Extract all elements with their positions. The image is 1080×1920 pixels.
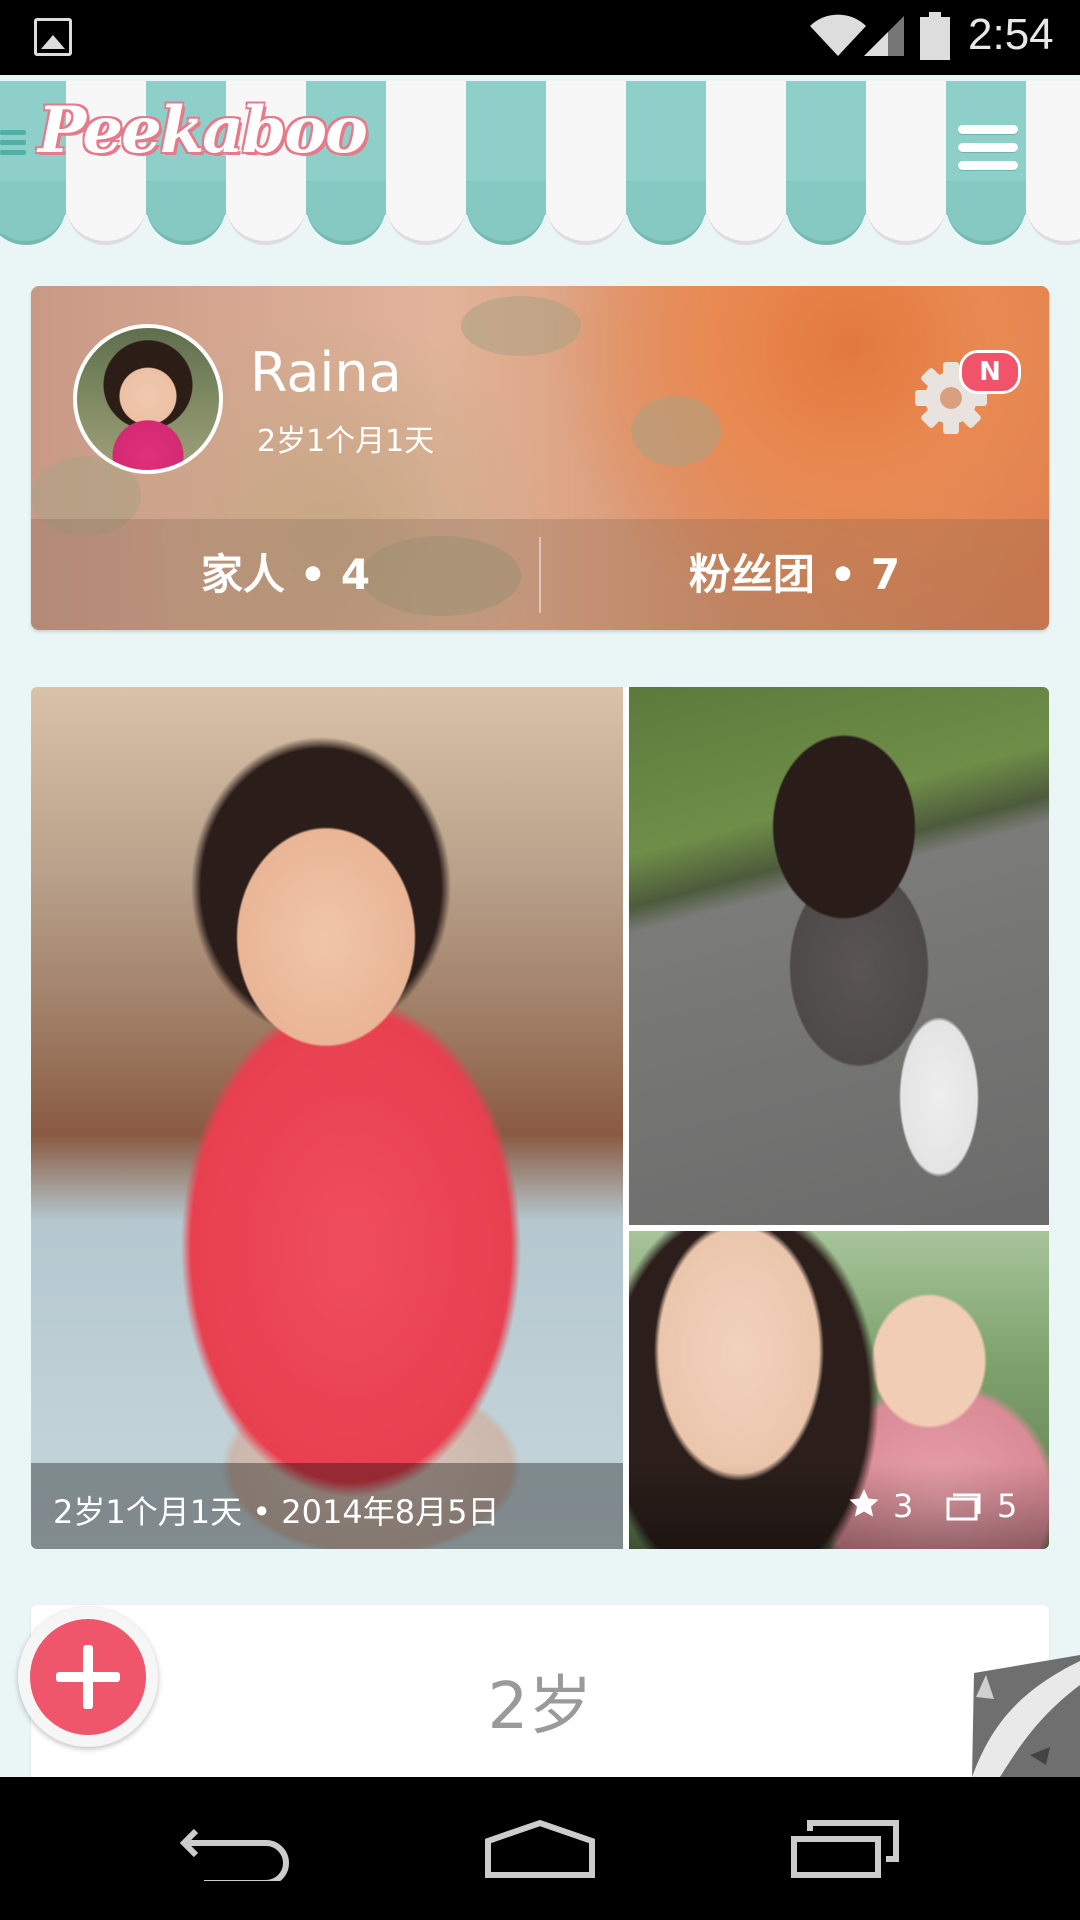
plus-icon (30, 1619, 146, 1735)
awning-scallop (66, 181, 146, 245)
star-count: 3 (893, 1487, 914, 1525)
family-count-button[interactable]: 家人 • 4 (31, 519, 540, 630)
app-screen: Peekaboo Raina 2岁1个月1天 N 家人 • 4 粉丝团 • 7 (0, 75, 1080, 1777)
photo-secondary[interactable] (629, 687, 1049, 1225)
awning-scallop (1026, 181, 1080, 245)
awning-scallop (226, 181, 306, 245)
awning-scallop (466, 181, 546, 245)
fans-count-button[interactable]: 粉丝团 • 7 (540, 519, 1049, 630)
hamburger-menu-icon[interactable] (958, 125, 1018, 181)
gallery-icon (34, 18, 72, 56)
awning-scallop (0, 181, 66, 245)
profile-stats-bar: 家人 • 4 粉丝团 • 7 (31, 519, 1049, 630)
awning-scallop (946, 181, 1026, 245)
background-blur (461, 296, 581, 356)
photo-moment-card[interactable]: 2岁1个月1天 • 2014年8月5日 3 5 (31, 687, 1049, 1549)
status-bar: 2:54 (0, 0, 1080, 75)
back-icon[interactable] (178, 1815, 298, 1881)
child-avatar[interactable] (73, 324, 223, 474)
photo-caption-bar: 2岁1个月1天 • 2014年8月5日 (31, 1463, 623, 1549)
home-icon[interactable] (480, 1815, 600, 1881)
star-icon[interactable] (847, 1487, 881, 1521)
child-age: 2岁1个月1天 (257, 424, 435, 459)
awning-scallop (866, 181, 946, 245)
wifi-icon (810, 14, 866, 56)
awning-scallop (786, 181, 866, 245)
navigation-bar (0, 1777, 1080, 1920)
age-section-label: 2岁 (487, 1670, 593, 1744)
signal-icon (864, 16, 904, 56)
photo-stack-icon (946, 1493, 981, 1521)
page-curl-icon[interactable] (940, 1655, 1080, 1777)
app-logo: Peekaboo (38, 93, 368, 168)
recent-apps-icon[interactable] (788, 1815, 908, 1881)
add-moment-button[interactable] (18, 1607, 158, 1747)
status-time: 2:54 (968, 10, 1054, 59)
child-profile-card[interactable]: Raina 2岁1个月1天 N 家人 • 4 粉丝团 • 7 (31, 286, 1049, 630)
background-blur (631, 396, 721, 466)
awning-scallop (306, 181, 386, 245)
new-notification-badge: N (959, 350, 1021, 394)
drawer-handle-icon[interactable] (0, 125, 26, 165)
photo-caption: 2岁1个月1天 • 2014年8月5日 (53, 1493, 500, 1531)
photo-main[interactable] (31, 687, 623, 1549)
awning-scallop (146, 181, 226, 245)
awning-scallop (626, 181, 706, 245)
awning-scallop (706, 181, 786, 245)
age-section-card[interactable]: 2岁 (31, 1605, 1049, 1777)
photo-meta-bar: 3 5 (629, 1463, 1049, 1549)
battery-icon (920, 12, 950, 60)
photo-count: 5 (997, 1487, 1018, 1525)
awning-scallop (546, 181, 626, 245)
child-name: Raina (250, 341, 402, 404)
header-awning: Peekaboo (0, 75, 1080, 245)
awning-scallop (386, 181, 466, 245)
